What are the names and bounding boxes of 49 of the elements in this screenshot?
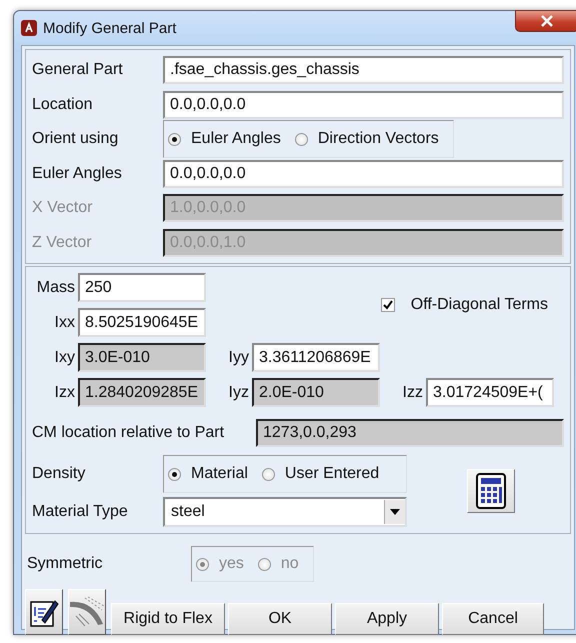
radio-label[interactable]: Euler Angles	[191, 130, 281, 148]
field-label: Material Type	[32, 503, 129, 521]
field-label: Orient using	[32, 130, 120, 148]
close-icon	[540, 15, 554, 27]
material-dropdown[interactable]: steel	[163, 497, 407, 527]
radio-button[interactable]	[168, 468, 181, 480]
text-field[interactable]: 0.0,0.0,0.0	[163, 90, 564, 119]
text-field[interactable]: 3.01724509E+(	[426, 378, 554, 407]
field-label: Z Vector	[32, 234, 93, 252]
dialog-button[interactable]: OK	[228, 603, 332, 635]
radio-button[interactable]	[294, 132, 308, 146]
field-label: X Vector	[32, 199, 94, 218]
text-field[interactable]: .fsae_chassis.ges_chassis	[163, 56, 564, 84]
dialog-button[interactable]: Cancel	[442, 603, 544, 635]
field-label: Density	[32, 465, 86, 483]
radio-label[interactable]: User Entered	[284, 465, 380, 483]
field-label: General Part	[32, 61, 124, 80]
calculator-button[interactable]	[466, 469, 514, 513]
field-label: Euler Angles	[32, 164, 123, 183]
caret-icon	[390, 509, 400, 515]
text-field[interactable]: 8.5025190645E	[78, 308, 206, 337]
curved-beam-icon	[69, 596, 105, 628]
field-label: Ixx	[54, 314, 76, 332]
checkbox[interactable]	[380, 298, 395, 312]
text-field[interactable]: 0.0,0.0,0.0	[163, 160, 564, 188]
edit-button[interactable]	[25, 589, 63, 635]
field-label: Izx	[54, 384, 76, 402]
field-label: Iyz	[228, 384, 250, 402]
field-label: CM location relative to Part	[32, 424, 226, 442]
field-label: Izz	[402, 384, 424, 402]
radio-label[interactable]: Direction Vectors	[318, 130, 439, 148]
field-label: Mass	[36, 278, 76, 296]
radio-button[interactable]	[168, 132, 181, 146]
text-field[interactable]: 250	[78, 273, 206, 302]
field-label: Symmetric	[27, 555, 104, 573]
checkbox-label[interactable]: Off-Diagonal Terms	[410, 296, 548, 314]
field-label: Iyy	[228, 348, 250, 366]
text-field[interactable]: 3.3611206869E	[252, 343, 380, 372]
radio-button[interactable]	[262, 468, 275, 480]
dialog-button[interactable]: Rigid to Flex	[111, 603, 225, 635]
flex-button[interactable]	[68, 589, 106, 635]
radio-label[interactable]: Material	[191, 465, 248, 483]
window-title: Modify General Part	[43, 20, 176, 36]
calculator-icon	[476, 473, 506, 509]
app-icon	[21, 20, 37, 36]
close-button[interactable]	[515, 10, 576, 32]
field-label: Ixy	[54, 348, 76, 366]
dialog-button[interactable]: Apply	[335, 603, 439, 635]
field-label: Location	[32, 96, 94, 114]
